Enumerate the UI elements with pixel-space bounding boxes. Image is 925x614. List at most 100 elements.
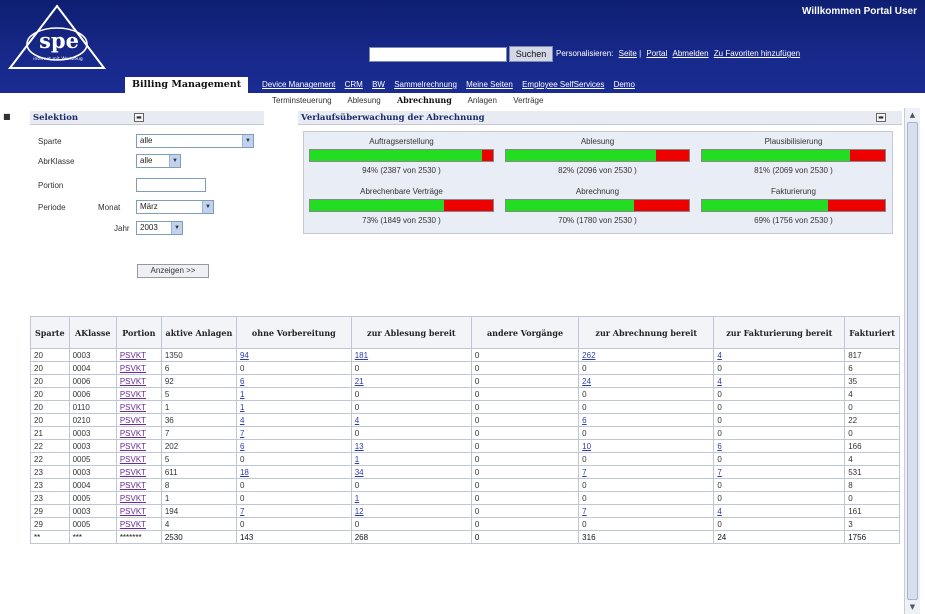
search-input[interactable] xyxy=(369,47,507,62)
portion-link[interactable]: PSVKT xyxy=(115,387,162,401)
portion-link[interactable]: PSVKT xyxy=(115,452,162,466)
table-row: 22 0005 PSVKT 5 0 1 0 0 0 4 xyxy=(30,452,900,466)
count-link[interactable]: 4 xyxy=(713,374,846,388)
portion-link[interactable]: PSVKT xyxy=(115,348,162,362)
count-link[interactable]: 6 xyxy=(235,439,352,453)
vertical-scrollbar[interactable]: ▲ ▼ xyxy=(904,108,920,614)
scroll-down-icon[interactable]: ▼ xyxy=(905,600,920,614)
count-link[interactable]: 4 xyxy=(713,504,846,518)
count-link[interactable]: 12 xyxy=(350,504,472,518)
personalize-label: Personalisieren: xyxy=(556,49,614,58)
portion-link[interactable]: PSVKT xyxy=(115,400,162,414)
jahr-select[interactable]: 2003 ▼ xyxy=(136,221,183,235)
progress-bar xyxy=(505,199,690,212)
count-link[interactable]: 181 xyxy=(350,348,472,362)
link-abmelden[interactable]: Abmelden xyxy=(673,49,709,58)
portion-link[interactable]: PSVKT xyxy=(115,465,162,479)
table-row: 29 0003 PSVKT 194 7 12 0 7 4 161 xyxy=(30,504,900,518)
portion-link[interactable]: PSVKT xyxy=(115,478,162,492)
subtab-terminsteuerung[interactable]: Terminsteuerung xyxy=(272,96,332,105)
count-link[interactable]: 1 xyxy=(235,387,352,401)
count-link[interactable]: 94 xyxy=(235,348,352,362)
pin-icon[interactable]: ■ xyxy=(3,112,11,121)
subtab-vertraege[interactable]: Verträge xyxy=(513,96,543,105)
tab-device-management[interactable]: Device Management xyxy=(262,80,335,89)
scroll-up-icon[interactable]: ▲ xyxy=(905,108,920,122)
portion-link[interactable]: PSVKT xyxy=(115,439,162,453)
table-cell: 8 xyxy=(844,478,900,492)
table-cell: 0 xyxy=(470,452,580,466)
portion-link[interactable]: PSVKT xyxy=(115,361,162,375)
tab-bw[interactable]: BW xyxy=(372,80,385,89)
portion-link[interactable]: PSVKT xyxy=(115,426,162,440)
scroll-thumb[interactable] xyxy=(907,122,918,600)
tab-meine-seiten[interactable]: Meine Seiten xyxy=(466,80,513,89)
show-button[interactable]: Anzeigen >> xyxy=(137,264,209,278)
portion-link[interactable]: PSVKT xyxy=(115,517,162,531)
count-link[interactable]: 6 xyxy=(578,413,715,427)
count-link[interactable]: 10 xyxy=(578,439,715,453)
table-cell: 316 xyxy=(578,530,715,544)
collapse-icon[interactable]: ▬ xyxy=(876,113,886,122)
results-table: Sparte AKlasse Portion aktive Anlagen ohne V… xyxy=(30,316,900,544)
tab-crm[interactable]: CRM xyxy=(345,80,363,89)
count-link[interactable]: 18 xyxy=(235,465,352,479)
sparte-select[interactable]: alle ▼ xyxy=(136,134,254,148)
header-aktive-anlagen: aktive Anlagen xyxy=(160,316,237,349)
table-cell: 0005 xyxy=(68,452,117,466)
count-link[interactable]: 24 xyxy=(578,374,715,388)
link-portal[interactable]: Portal xyxy=(646,49,667,58)
count-link[interactable]: 21 xyxy=(350,374,472,388)
count-link[interactable]: 34 xyxy=(350,465,472,479)
portion-input[interactable] xyxy=(136,178,206,192)
portion-link[interactable]: PSVKT xyxy=(115,374,162,388)
table-cell: 29 xyxy=(30,517,70,531)
abrklasse-select[interactable]: alle ▼ xyxy=(136,154,181,168)
count-link[interactable]: 1 xyxy=(350,452,472,466)
count-link[interactable]: 6 xyxy=(235,374,352,388)
count-link[interactable]: 7 xyxy=(578,465,715,479)
table-cell: 0 xyxy=(350,478,472,492)
status-text: 82% (2096 von 2530 ) xyxy=(558,166,637,175)
count-link[interactable]: 13 xyxy=(350,439,472,453)
tab-sammelrechnung[interactable]: Sammelrechnung xyxy=(394,80,457,89)
collapse-icon[interactable]: ▬ xyxy=(134,113,144,122)
portion-link[interactable]: PSVKT xyxy=(115,413,162,427)
status-text: 69% (1756 von 2530 ) xyxy=(754,216,833,225)
count-link[interactable]: 7 xyxy=(235,504,352,518)
table-cell: 22 xyxy=(30,439,70,453)
count-link[interactable]: 4 xyxy=(235,413,352,427)
table-cell: 20 xyxy=(30,387,70,401)
count-link[interactable]: 262 xyxy=(578,348,715,362)
table-cell: 20 xyxy=(30,348,70,362)
tab-billing-management[interactable]: Billing Management xyxy=(125,77,249,93)
portion-link[interactable]: PSVKT xyxy=(115,491,162,505)
subtab-anlagen[interactable]: Anlagen xyxy=(468,96,497,105)
link-favoriten[interactable]: Zu Favoriten hinzufügen xyxy=(714,49,800,58)
table-cell: 23 xyxy=(30,491,70,505)
portion-link[interactable]: PSVKT xyxy=(115,504,162,518)
progress-bar xyxy=(309,149,494,162)
table-cell: 268 xyxy=(350,530,472,544)
count-link[interactable]: 7 xyxy=(235,426,352,440)
logo[interactable]: spe internet mit Wertzeug xyxy=(6,2,108,72)
count-link[interactable]: 4 xyxy=(350,413,472,427)
subtab-ablesung[interactable]: Ablesung xyxy=(347,96,380,105)
count-link[interactable]: 4 xyxy=(713,348,846,362)
tab-demo[interactable]: Demo xyxy=(614,80,635,89)
count-link[interactable]: 7 xyxy=(713,465,846,479)
link-seite[interactable]: Seite xyxy=(619,49,637,58)
count-link[interactable]: 7 xyxy=(578,504,715,518)
subtab-abrechnung[interactable]: Abrechnung xyxy=(397,95,452,105)
status-card: Plausibilisierung 81% (2069 von 2530 ) xyxy=(699,134,888,182)
table-cell: 0 xyxy=(235,361,352,375)
status-card: Fakturierung 69% (1756 von 2530 ) xyxy=(699,184,888,232)
count-link[interactable]: 6 xyxy=(713,439,846,453)
monat-select[interactable]: März ▼ xyxy=(136,200,214,214)
search-button[interactable]: Suchen xyxy=(509,46,553,62)
selection-header: Selektion ▬ xyxy=(30,111,264,125)
count-link[interactable]: 1 xyxy=(350,491,472,505)
count-link[interactable]: 1 xyxy=(235,400,352,414)
status-title: Abrechenbare Verträge xyxy=(360,187,443,196)
tab-employee-selfservices[interactable]: Employee SelfServices xyxy=(522,80,604,89)
